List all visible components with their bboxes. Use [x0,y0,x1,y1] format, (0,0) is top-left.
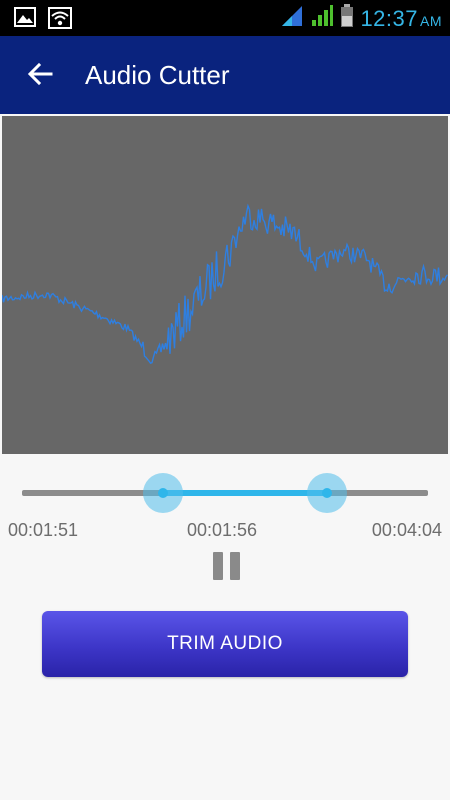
status-left-icons [14,7,72,34]
start-handle-dot [157,488,168,498]
pause-button[interactable] [209,549,243,583]
page-title: Audio Cutter [85,60,230,90]
pause-icon [212,552,240,580]
image-icon [14,7,36,34]
clock-time: 12:37 [360,5,418,31]
back-button[interactable] [20,56,60,96]
arrow-left-icon [27,61,53,92]
end-time-label: 00:04:04 [371,520,442,540]
app-bar: Audio Cutter [0,36,450,114]
signal-icon [310,4,334,33]
waveform-line [2,203,448,365]
status-right-icons: 12:37 AM [280,4,442,33]
battery-icon [340,4,354,33]
start-handle[interactable] [142,473,183,513]
end-handle[interactable] [307,473,348,513]
current-time-label: 00:01:56 [187,520,258,540]
clock-ampm: AM [420,12,442,29]
start-time-label: 00:01:51 [8,520,79,540]
trim-range-slider[interactable] [20,468,430,518]
wifi-icon [48,7,72,34]
waveform-graph [2,203,448,365]
end-handle-dot [322,488,333,498]
signal-icon [280,4,304,33]
status-bar: 12:37 AM [0,0,450,36]
trim-audio-button[interactable]: TRIM AUDIO [42,611,408,677]
slider-selected-range [162,490,328,496]
waveform-display[interactable] [2,116,448,454]
status-clock: 12:37 AM [360,6,442,32]
